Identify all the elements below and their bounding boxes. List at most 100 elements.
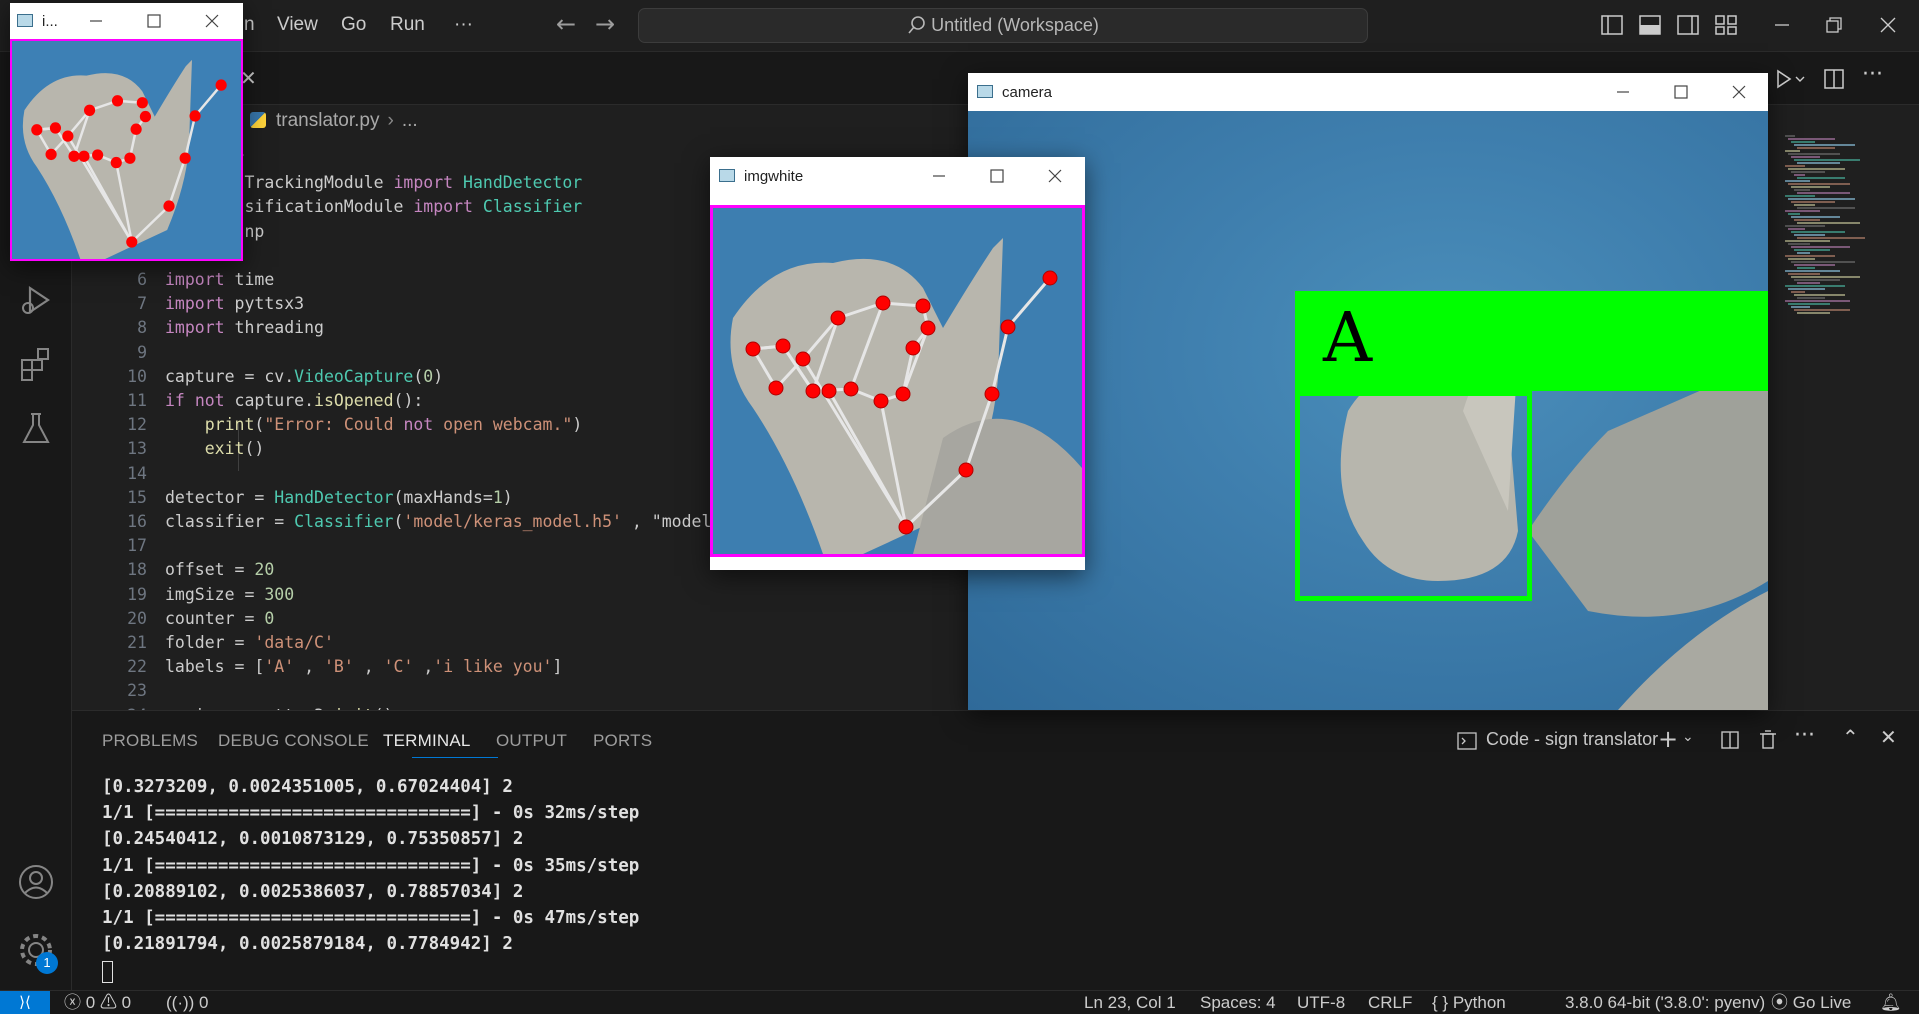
chevron-down-icon[interactable]: ⌄ bbox=[1682, 729, 1694, 745]
window-titlebar[interactable]: imgwhite bbox=[710, 157, 1085, 195]
minimap-line bbox=[1791, 216, 1840, 218]
minimap-line bbox=[1797, 192, 1850, 194]
minimap-line bbox=[1788, 273, 1820, 275]
restore-icon[interactable] bbox=[1822, 13, 1846, 37]
tab-problems[interactable]: PROBLEMS bbox=[102, 731, 198, 751]
title-bar: n View Go Run ··· ← → Untitled (Workspac… bbox=[0, 0, 1919, 52]
remote-indicator-icon[interactable]: ⟩⟨ bbox=[0, 991, 50, 1014]
toggle-panel-icon[interactable] bbox=[1638, 13, 1662, 37]
tab-output[interactable]: OUTPUT bbox=[496, 731, 567, 751]
line-text: import threading bbox=[165, 318, 324, 338]
minimap-line bbox=[1788, 168, 1845, 170]
line-text: import time bbox=[165, 270, 275, 289]
maximize-panel-icon[interactable]: ⌃ bbox=[1842, 725, 1859, 749]
hand-crop-image bbox=[10, 39, 243, 261]
window-titlebar[interactable]: camera bbox=[968, 73, 1768, 111]
back-arrow-icon[interactable]: ← bbox=[556, 10, 576, 38]
minimize-icon[interactable] bbox=[1612, 81, 1634, 103]
split-terminal-icon[interactable] bbox=[1720, 730, 1740, 750]
minimap-line bbox=[1785, 285, 1845, 287]
minimap-line bbox=[1785, 210, 1820, 212]
terminal-line: [0.21891794, 0.0025879184, 0.7784942] 2 bbox=[102, 934, 513, 955]
more-actions-icon[interactable]: ··· bbox=[1794, 723, 1815, 748]
indentation[interactable]: Spaces: 4 bbox=[1200, 992, 1276, 1014]
close-icon[interactable] bbox=[1044, 165, 1066, 187]
close-icon[interactable] bbox=[1728, 81, 1750, 103]
cursor-position[interactable]: Ln 23, Col 1 bbox=[1084, 992, 1176, 1014]
ports-status[interactable]: ((·)) 0 bbox=[166, 992, 209, 1014]
minimap-line bbox=[1785, 165, 1805, 167]
maximize-icon[interactable] bbox=[143, 10, 165, 32]
camera-window: camera A bbox=[968, 73, 1768, 710]
line-text: classifier = Classifier('model/keras_mod… bbox=[165, 512, 712, 531]
hand-bounding-box bbox=[1295, 391, 1532, 601]
testing-flask-icon[interactable] bbox=[16, 408, 56, 448]
split-editor-icon[interactable] bbox=[1822, 67, 1846, 91]
end-of-line[interactable]: CRLF bbox=[1368, 992, 1412, 1014]
maximize-icon[interactable] bbox=[1670, 81, 1692, 103]
minimap-line bbox=[1791, 186, 1830, 188]
line-text: folder = 'data/C' bbox=[165, 633, 334, 652]
go-live-button[interactable]: ⦿ Go Live bbox=[1771, 992, 1851, 1014]
notifications-bell-icon[interactable]: 🔔︎ bbox=[1880, 992, 1902, 1014]
ports-count: 0 bbox=[199, 993, 209, 1012]
minimap-line bbox=[1797, 207, 1855, 209]
warning-count: 0 bbox=[121, 993, 132, 1012]
minimap-line bbox=[1785, 150, 1800, 152]
minimize-icon[interactable] bbox=[928, 165, 950, 187]
customize-layout-icon[interactable] bbox=[1714, 13, 1738, 37]
minimap-line bbox=[1785, 180, 1810, 182]
window-title: camera bbox=[1002, 84, 1053, 101]
minimap-line bbox=[1788, 243, 1810, 245]
new-terminal-icon[interactable]: + bbox=[1658, 725, 1678, 753]
imgwhite-window: imgwhite bbox=[710, 157, 1085, 570]
close-panel-icon[interactable]: ✕ bbox=[1880, 725, 1897, 749]
breadcrumb-file[interactable]: translator.py bbox=[276, 110, 380, 131]
window-title: i... bbox=[42, 13, 58, 30]
command-center-search[interactable]: Untitled (Workspace) bbox=[638, 8, 1368, 43]
language-label: Python bbox=[1452, 993, 1506, 1012]
encoding[interactable]: UTF-8 bbox=[1297, 992, 1345, 1014]
account-icon[interactable] bbox=[16, 862, 56, 902]
tab-ports[interactable]: PORTS bbox=[593, 731, 652, 751]
minimap-line bbox=[1788, 138, 1835, 140]
menu-view[interactable]: View bbox=[277, 14, 318, 36]
python-interpreter[interactable]: 3.8.0 64-bit ('3.8.0': pyenv) bbox=[1565, 992, 1765, 1014]
terminal-line: [0.3273209, 0.0024351005, 0.67024404] 2 bbox=[102, 777, 513, 797]
line-number: 14 bbox=[127, 463, 147, 483]
window-title: imgwhite bbox=[744, 168, 804, 185]
maximize-icon[interactable] bbox=[986, 165, 1008, 187]
problems-status[interactable]: ⓧ 0 ⚠ 0 bbox=[64, 992, 131, 1014]
close-icon[interactable] bbox=[201, 10, 223, 32]
menu-run[interactable]: Run bbox=[390, 14, 425, 36]
minimize-icon[interactable] bbox=[1770, 13, 1794, 37]
terminal-name[interactable]: Code - sign translator bbox=[1486, 729, 1658, 750]
tab-terminal[interactable]: TERMINAL bbox=[383, 731, 471, 751]
kill-terminal-icon[interactable] bbox=[1758, 729, 1778, 751]
minimap-line bbox=[1794, 279, 1840, 281]
close-icon[interactable] bbox=[1876, 13, 1900, 37]
minimize-icon[interactable] bbox=[85, 10, 107, 32]
language-mode[interactable]: { } Python bbox=[1432, 992, 1506, 1014]
window-titlebar[interactable]: i... bbox=[10, 3, 243, 39]
minimap-line bbox=[1785, 270, 1840, 272]
menu-run-partial[interactable]: n bbox=[244, 14, 255, 36]
forward-arrow-icon[interactable]: → bbox=[595, 10, 615, 38]
toggle-secondary-sidebar-icon[interactable] bbox=[1676, 13, 1700, 37]
more-actions-icon[interactable]: ··· bbox=[1862, 62, 1883, 87]
menu-go[interactable]: Go bbox=[341, 14, 366, 36]
extensions-icon[interactable] bbox=[16, 344, 56, 384]
run-python-file-icon[interactable] bbox=[1770, 66, 1810, 92]
menu-more[interactable]: ··· bbox=[454, 14, 473, 36]
breadcrumb-symbol[interactable]: ... bbox=[402, 110, 418, 131]
minimap[interactable] bbox=[1783, 135, 1903, 335]
minimap-line bbox=[1788, 198, 1855, 200]
line-text: print("Error: Could not open webcam.") bbox=[204, 415, 583, 435]
minimap-line bbox=[1791, 306, 1810, 308]
run-debug-icon[interactable] bbox=[16, 280, 56, 320]
line-number: 6 bbox=[137, 270, 147, 289]
terminal-cursor bbox=[102, 961, 113, 983]
minimap-line bbox=[1791, 291, 1805, 293]
toggle-primary-sidebar-icon[interactable] bbox=[1600, 13, 1624, 37]
tab-debug-console[interactable]: DEBUG CONSOLE bbox=[218, 731, 369, 751]
